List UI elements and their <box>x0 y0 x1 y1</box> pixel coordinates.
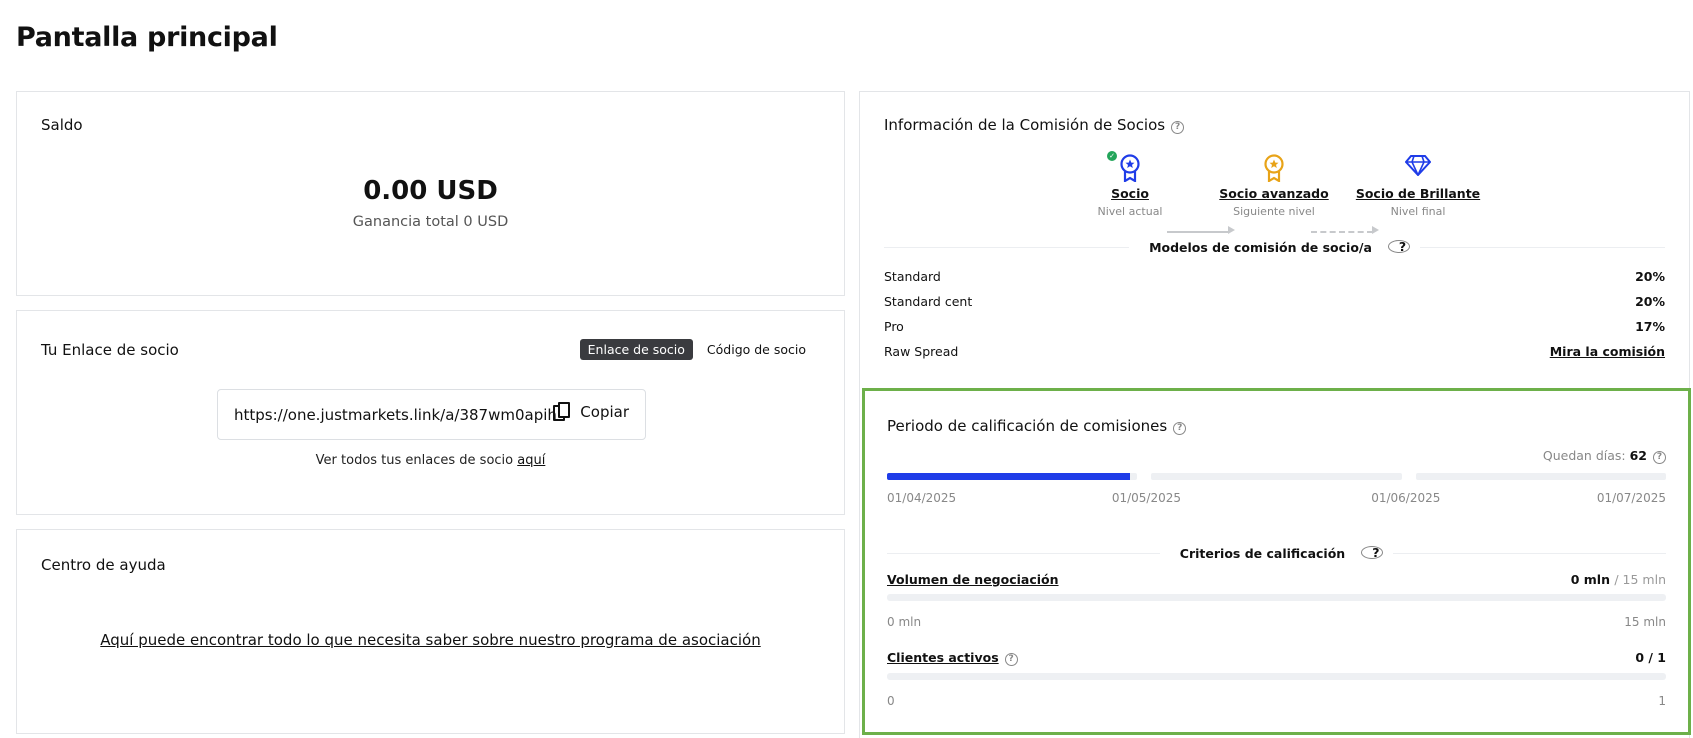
level-sub: Nivel actual <box>1097 205 1163 218</box>
level-name: Socio <box>1111 186 1149 201</box>
criterion-label[interactable]: Volumen de negociación <box>887 572 1059 587</box>
model-row: Raw Spread Mira la comisión <box>884 344 1665 359</box>
model-value: 20% <box>1635 294 1665 309</box>
model-name: Standard cent <box>884 294 973 309</box>
model-name: Standard <box>884 269 941 284</box>
balance-amount: 0.00 USD <box>363 176 498 206</box>
criterion-range: 0 1 <box>887 694 1666 708</box>
help-center-title: Centro de ayuda <box>41 556 166 574</box>
timeline-date: 01/07/2025 <box>1596 491 1666 505</box>
help-icon[interactable]: ? <box>1171 121 1185 134</box>
model-row: Standard cent 20% <box>884 294 1665 309</box>
criterion-current: 0 / 1 <box>1635 650 1666 665</box>
help-center-card: Centro de ayuda Aquí puede encontrar tod… <box>16 529 845 734</box>
see-all-text: Ver todos tus enlaces de socio <box>315 453 514 468</box>
page-title: Pantalla principal <box>16 22 278 53</box>
level-name: Socio avanzado <box>1219 186 1329 201</box>
model-name: Pro <box>884 319 904 334</box>
model-value: 17% <box>1635 319 1665 334</box>
check-icon: ✓ <box>1107 151 1117 161</box>
criteria-heading: Criterios de calificación? <box>887 543 1666 562</box>
qualification-section: Periodo de calificación de comisiones? Q… <box>862 388 1691 735</box>
level-sub: Siguiente nivel <box>1233 205 1315 218</box>
timeline-segment <box>1415 473 1666 480</box>
model-row: Pro 17% <box>884 319 1665 334</box>
medal-icon <box>1264 154 1284 182</box>
help-icon[interactable]: ? <box>1004 653 1018 666</box>
criterion-min: 0 <box>887 694 895 708</box>
criterion-max: 1 <box>1658 694 1666 708</box>
criterion-active-clients: Clientes activos? 0 / 1 <box>887 650 1666 666</box>
help-icon[interactable]: ? <box>1173 422 1187 435</box>
copy-label: Copiar <box>580 403 629 421</box>
arrow-icon <box>1167 226 1235 234</box>
diamond-icon <box>1405 155 1431 176</box>
copy-icon <box>553 402 571 422</box>
balance-title: Saldo <box>41 116 83 134</box>
criterion-min: 0 mln <box>887 615 922 629</box>
timeline-segment <box>1151 473 1402 480</box>
criterion-label[interactable]: Clientes activos <box>887 650 999 665</box>
criterion-target: / 15 mln <box>1614 572 1666 587</box>
criterion-volume: Volumen de negociación 0 mln / 15 mln <box>887 572 1666 587</box>
link-type-toggle: Enlace de socio Código de socio <box>579 339 814 360</box>
help-icon[interactable]: ? <box>1361 546 1384 559</box>
days-value: 62 <box>1629 448 1647 463</box>
model-row: Standard 20% <box>884 269 1665 284</box>
criterion-progress-bar <box>887 594 1666 601</box>
help-icon[interactable]: ? <box>1387 240 1410 253</box>
copy-button[interactable]: Copiar <box>553 402 629 422</box>
balance-card: Saldo 0.00 USD Ganancia total 0 USD <box>16 91 845 296</box>
model-name: Raw Spread <box>884 344 959 359</box>
view-commission-link[interactable]: Mira la comisión <box>1550 344 1665 359</box>
days-remaining: Quedan días: 62? <box>1543 448 1666 464</box>
days-label: Quedan días: <box>1542 448 1626 463</box>
criterion-max: 15 mln <box>1624 615 1666 629</box>
criterion-current: 0 mln <box>1570 572 1610 587</box>
arrow-icon <box>1311 226 1379 234</box>
timeline-fill <box>887 473 1130 480</box>
timeline-date: 01/06/2025 <box>1371 491 1441 505</box>
medal-icon <box>1120 154 1140 182</box>
level-name: Socio de Brillante <box>1355 186 1481 201</box>
see-all-link[interactable]: aquí <box>517 453 545 468</box>
partner-link-url: https://one.justmarkets.link/a/387wm0api… <box>234 405 557 424</box>
timeline-date: 01/05/2025 <box>1111 491 1181 505</box>
period-timeline <box>887 473 1666 480</box>
criterion-range: 0 mln 15 mln <box>887 615 1666 629</box>
qualification-title-text: Periodo de calificación de comisiones <box>887 417 1168 435</box>
commission-title-text: Información de la Comisión de Socios <box>884 116 1166 134</box>
criteria-title: Criterios de calificación <box>1169 546 1356 561</box>
timeline-segment <box>887 473 1138 480</box>
partner-link-card: Tu Enlace de socio Enlace de socio Códig… <box>16 310 845 515</box>
commission-title: Información de la Comisión de Socios? <box>884 116 1185 134</box>
partner-link-field[interactable]: https://one.justmarkets.link/a/387wm0api… <box>217 389 646 440</box>
criterion-progress-bar <box>887 673 1666 680</box>
timeline-dates: 01/04/2025 01/05/2025 01/06/2025 01/07/2… <box>887 491 1666 505</box>
timeline-date: 01/04/2025 <box>887 491 957 505</box>
tab-partner-link[interactable]: Enlace de socio <box>579 339 693 360</box>
models-title: Modelos de comisión de socio/a <box>1139 240 1382 255</box>
help-center-link[interactable]: Aquí puede encontrar todo lo que necesit… <box>17 631 844 649</box>
see-all-links: Ver todos tus enlaces de socio aquí <box>17 453 844 468</box>
help-icon[interactable]: ? <box>1653 451 1666 464</box>
qualification-title: Periodo de calificación de comisiones? <box>887 417 1187 435</box>
partner-link-title: Tu Enlace de socio <box>41 341 179 359</box>
level-sub: Nivel final <box>1390 205 1446 218</box>
models-heading: Modelos de comisión de socio/a? <box>884 237 1665 256</box>
tab-partner-code[interactable]: Código de socio <box>699 339 814 360</box>
model-value: 20% <box>1635 269 1665 284</box>
total-earnings: Ganancia total 0 USD <box>352 214 509 230</box>
